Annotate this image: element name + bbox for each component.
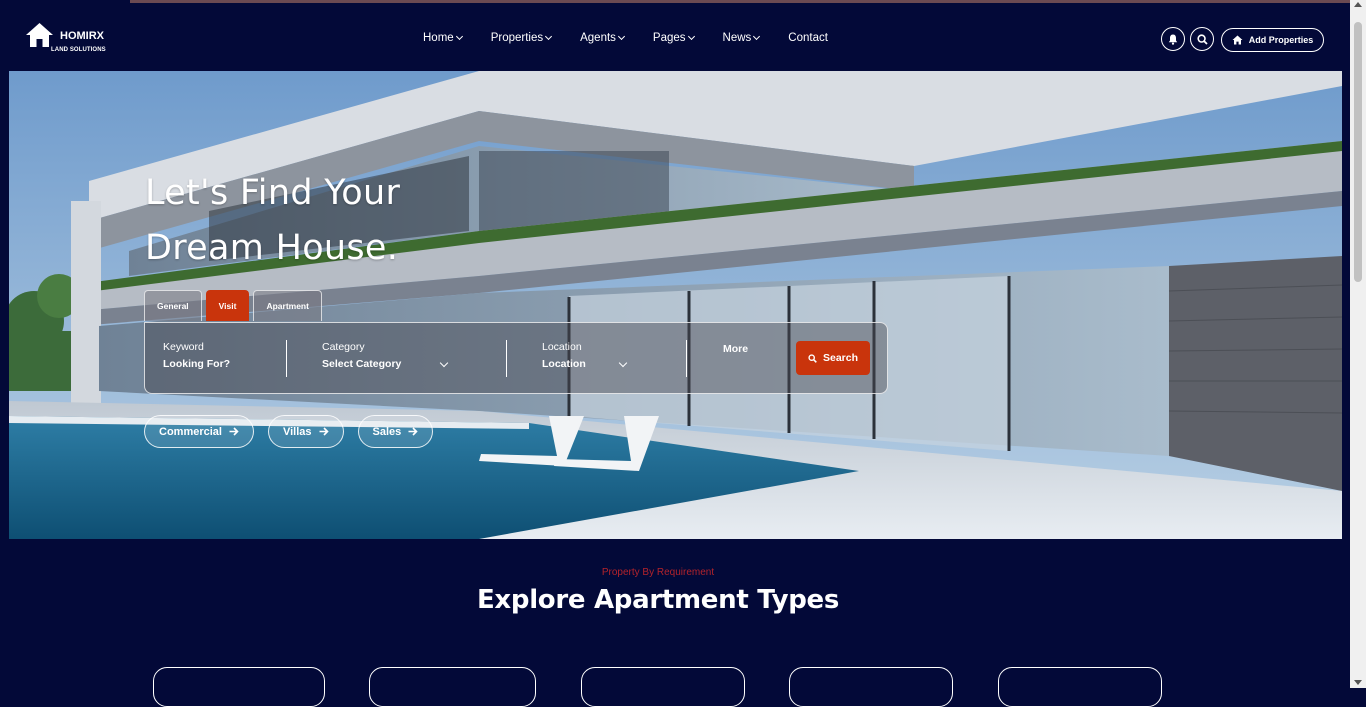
search-icon [808, 353, 817, 363]
notification-button[interactable] [1161, 27, 1185, 51]
more-filters-button[interactable]: More [723, 343, 748, 355]
chip-label: Villas [282, 425, 312, 438]
page-scrollbar[interactable] [1350, 0, 1366, 688]
brand-logo[interactable]: HOMIRX LAND SOLUTIONS [25, 22, 106, 55]
hero-banner: Let's Find Your Dream House. General Vis… [9, 71, 1342, 539]
chip-villas[interactable]: Villas [267, 415, 344, 448]
section-heading: Explore Apartment Types [476, 585, 840, 615]
chevron-down-icon [545, 32, 553, 41]
location-value: Location [542, 358, 586, 370]
add-properties-label: Add Properties [1248, 35, 1314, 45]
browser-top-accent [130, 0, 1350, 3]
nav-label: Home [423, 32, 454, 44]
hero-title-line: Let's Find Your [145, 173, 401, 213]
location-select[interactable]: Location Location [542, 341, 586, 371]
nav-item-properties[interactable]: Properties [490, 32, 553, 44]
quick-filter-chips: Commercial Villas Sales [144, 415, 447, 448]
bell-icon [1168, 34, 1178, 45]
property-search-bar: Keyword Looking For? Category Select Cat… [144, 322, 888, 394]
arrow-right-icon [408, 427, 418, 436]
hero-title-line: Dream House. [145, 228, 399, 268]
field-divider [686, 340, 687, 377]
nav-label: Properties [490, 32, 544, 44]
keyword-input[interactable]: Looking For? [163, 357, 230, 371]
chevron-down-icon[interactable] [618, 358, 628, 368]
nav-item-news[interactable]: News [722, 32, 761, 44]
search-tabs: General Visit Apartment [144, 290, 326, 321]
keyword-label: Keyword [163, 341, 204, 353]
tab-visit[interactable]: Visit [205, 290, 250, 321]
nav-item-pages[interactable]: Pages [652, 32, 695, 44]
scrollbar-thumb[interactable] [1354, 22, 1362, 282]
header-search-button[interactable] [1190, 27, 1214, 51]
search-icon [1196, 33, 1208, 45]
category-select[interactable]: Category Select Category [322, 341, 401, 371]
scroll-up-arrow-icon[interactable] [1354, 2, 1362, 7]
chip-label: Sales [372, 425, 402, 438]
nav-item-agents[interactable]: Agents [580, 32, 625, 44]
nav-label: Agents [580, 32, 616, 44]
section-eyebrow: Property By Requirement [601, 567, 715, 578]
field-divider [506, 340, 507, 377]
tab-general[interactable]: General [144, 290, 202, 321]
chevron-down-icon[interactable] [439, 358, 449, 368]
nav-label: News [722, 32, 752, 44]
nav-item-home[interactable]: Home [423, 32, 463, 44]
chevron-down-icon [753, 32, 761, 41]
tab-apartment[interactable]: Apartment [253, 290, 322, 321]
apartment-type-card[interactable] [369, 667, 536, 707]
house-logo-icon [26, 23, 53, 47]
scroll-down-arrow-icon[interactable] [1354, 680, 1362, 685]
main-nav: Home Properties Agents Pages News Contac… [423, 32, 857, 44]
category-label: Category [322, 341, 365, 353]
chevron-down-icon [687, 32, 695, 41]
chip-label: Commercial [159, 425, 222, 438]
nav-label: Contact [788, 32, 828, 44]
field-divider [286, 340, 287, 377]
hero-title: Let's Find Your Dream House. [145, 166, 400, 276]
keyword-field[interactable]: Keyword Looking For? [163, 341, 230, 371]
arrow-right-icon [319, 427, 329, 436]
apartment-type-card[interactable] [153, 667, 325, 707]
nav-item-contact[interactable]: Contact [788, 32, 828, 44]
brand-name: HOMIRX [60, 30, 104, 42]
chevron-down-icon [455, 32, 463, 41]
apartment-type-card[interactable] [789, 667, 953, 707]
chip-sales[interactable]: Sales [357, 415, 434, 448]
category-value: Select Category [322, 358, 402, 370]
home-icon [1232, 35, 1243, 45]
search-button[interactable]: Search [796, 341, 870, 375]
chevron-down-icon [617, 32, 625, 41]
apartment-type-card[interactable] [581, 667, 745, 707]
brand-tagline: LAND SOLUTIONS [51, 47, 106, 53]
location-label: Location [542, 341, 582, 353]
add-properties-button[interactable]: Add Properties [1221, 28, 1324, 52]
search-button-label: Search [822, 352, 859, 364]
nav-label: Pages [652, 32, 686, 44]
chip-commercial[interactable]: Commercial [144, 415, 254, 448]
arrow-right-icon [229, 427, 239, 436]
apartment-type-card[interactable] [998, 667, 1162, 707]
